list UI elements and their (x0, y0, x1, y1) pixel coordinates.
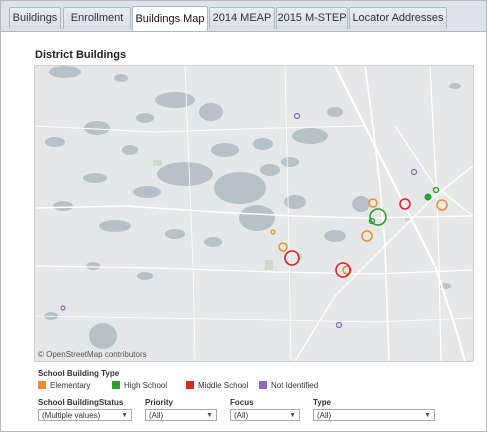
filter-label-priority: Priority (145, 398, 174, 407)
filter-type-value: (All) (317, 411, 332, 420)
filter-focus-value: (All) (234, 411, 249, 420)
legend-label: Not Identified (271, 381, 319, 390)
marker-elementary[interactable] (361, 230, 373, 242)
legend-title: School Building Type (38, 369, 120, 378)
page-title: District Buildings (35, 49, 127, 61)
filter-status-select[interactable]: (Multiple values) ▼ (38, 409, 132, 421)
map-canvas (35, 66, 473, 361)
marker-not-identified[interactable] (410, 168, 418, 176)
roads (35, 66, 473, 361)
chevron-down-icon: ▼ (206, 412, 213, 419)
marker-elementary[interactable] (436, 199, 448, 211)
legend-swatch (186, 381, 194, 389)
tab-2015-mstep[interactable]: 2015 M-STEP (276, 7, 348, 29)
chevron-down-icon: ▼ (121, 412, 128, 419)
legend-item-elementary[interactable]: Elementary (38, 381, 90, 391)
legend-item-not-identified[interactable]: Not Identified (259, 381, 318, 391)
legend-label: High School (124, 381, 168, 390)
dashboard-window: Buildings Enrollment Buildings Map 2014 … (0, 0, 487, 432)
marker-not-identified[interactable] (60, 305, 66, 311)
filter-status-value: (Multiple values) (42, 411, 101, 420)
marker-high-school[interactable] (432, 186, 440, 194)
filter-priority-select[interactable]: (All) ▼ (145, 409, 217, 421)
legend-label: Elementary (50, 381, 91, 390)
legend-label: Middle School (198, 381, 249, 390)
tab-bar: Buildings Enrollment Buildings Map 2014 … (1, 1, 486, 32)
lakes (44, 66, 461, 349)
marker-elementary[interactable] (278, 242, 288, 252)
legend-swatch (112, 381, 120, 389)
filter-label-focus: Focus (230, 398, 254, 407)
filter-type-select[interactable]: (All) ▼ (313, 409, 435, 421)
tab-enrollment[interactable]: Enrollment (63, 7, 131, 29)
tab-2014-meap[interactable]: 2014 MEAP (209, 7, 275, 29)
buildings-map[interactable]: © OpenStreetMap contributors (34, 65, 474, 362)
tab-buildings-map[interactable]: Buildings Map (132, 6, 208, 31)
marker-middle-school[interactable] (284, 250, 300, 266)
legend-item-middle-school[interactable]: Middle School (186, 381, 248, 391)
chevron-down-icon: ▼ (289, 412, 296, 419)
tab-buildings[interactable]: Buildings (9, 7, 61, 29)
map-attribution: © OpenStreetMap contributors (38, 350, 147, 359)
marker-not-identified[interactable] (335, 321, 343, 329)
marker-high-school[interactable] (424, 193, 432, 201)
tab-locator-addresses[interactable]: Locator Addresses (349, 7, 447, 29)
chevron-down-icon: ▼ (424, 412, 431, 419)
filter-focus-select[interactable]: (All) ▼ (230, 409, 300, 421)
marker-elementary[interactable] (368, 198, 378, 208)
legend-swatch (259, 381, 267, 389)
legend-swatch (38, 381, 46, 389)
filter-label-type: Type (313, 398, 332, 407)
filter-priority-value: (All) (149, 411, 164, 420)
dashboard-content: District Buildings © OpenStreetMap contr… (1, 32, 486, 431)
marker-elementary[interactable] (270, 229, 276, 235)
filter-label-status: School BuildingStatus (38, 398, 124, 407)
legend-item-high-school[interactable]: High School (112, 381, 167, 391)
marker-not-identified[interactable] (293, 112, 301, 120)
